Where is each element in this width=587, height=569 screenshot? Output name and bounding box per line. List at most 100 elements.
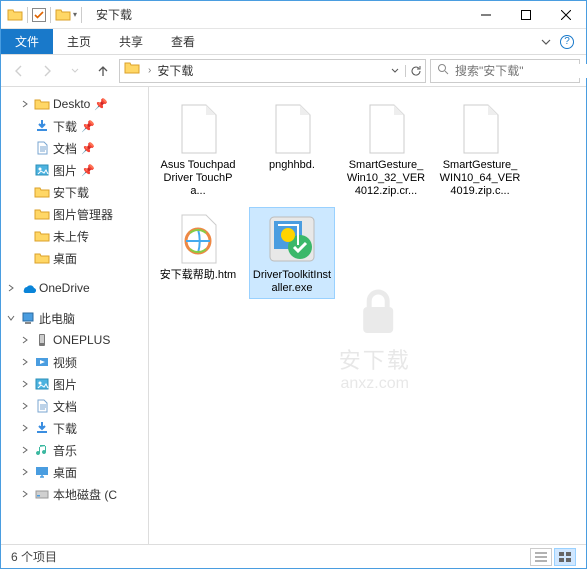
music-icon xyxy=(33,442,51,458)
sidebar-quick-4[interactable]: 安下载 xyxy=(1,181,148,203)
picture-icon xyxy=(33,162,51,178)
maximize-button[interactable] xyxy=(506,2,546,28)
file-icon xyxy=(170,101,226,157)
file-item-1[interactable]: pnghhbd. xyxy=(249,97,335,203)
expand-icon[interactable] xyxy=(19,358,31,366)
close-button[interactable] xyxy=(546,2,586,28)
file-icon xyxy=(264,211,320,267)
file-item-3[interactable]: SmartGesture_WIN10_64_VER4019.zip.c... xyxy=(437,97,523,203)
expand-icon[interactable] xyxy=(19,490,31,498)
view-icons-button[interactable] xyxy=(554,548,576,566)
nav-forward-button[interactable] xyxy=(35,59,59,83)
window-title: 安下载 xyxy=(96,6,132,23)
tree-label: 下载 xyxy=(53,118,77,135)
pin-icon: 📌 xyxy=(81,164,95,177)
sidebar-pc-1[interactable]: 视频 xyxy=(1,351,148,373)
sidebar-pc-2[interactable]: 图片 xyxy=(1,373,148,395)
expand-icon[interactable] xyxy=(19,424,31,432)
status-item-count: 6 个项目 xyxy=(11,548,57,565)
expand-icon[interactable] xyxy=(19,336,31,344)
sidebar-quick-5[interactable]: 图片管理器 xyxy=(1,203,148,225)
pin-icon: 📌 xyxy=(94,98,108,111)
tree-label: OneDrive xyxy=(39,281,90,295)
tree-label: 安下载 xyxy=(53,184,89,201)
view-details-button[interactable] xyxy=(530,548,552,566)
breadcrumb-separator-icon[interactable]: › xyxy=(144,65,155,76)
address-folder-icon xyxy=(120,60,144,81)
sidebar-quick-0[interactable]: Deskto📌 xyxy=(1,93,148,115)
desktop-icon xyxy=(33,464,51,480)
video-icon xyxy=(33,354,51,370)
tree-label: 未上传 xyxy=(53,228,89,245)
nav-history-dropdown[interactable] xyxy=(63,59,87,83)
expand-icon[interactable] xyxy=(5,314,17,322)
tree-label: 此电脑 xyxy=(39,310,75,327)
pc-icon xyxy=(19,310,37,326)
refresh-button[interactable] xyxy=(405,65,425,77)
ribbon: 文件 主页 共享 查看 ? xyxy=(1,29,586,55)
folder-icon xyxy=(33,250,51,266)
folder-icon xyxy=(33,96,51,112)
tab-view[interactable]: 查看 xyxy=(157,29,209,54)
phone-icon xyxy=(33,332,51,348)
sidebar-quick-1[interactable]: 下载📌 xyxy=(1,115,148,137)
file-icon xyxy=(452,101,508,157)
app-folder-icon xyxy=(7,7,23,23)
file-item-5[interactable]: DriverToolkitInstaller.exe xyxy=(249,207,335,299)
window-controls xyxy=(466,2,586,28)
file-item-2[interactable]: SmartGesture_Win10_32_VER4012.zip.cr... xyxy=(343,97,429,203)
sidebar-quick-3[interactable]: 图片📌 xyxy=(1,159,148,181)
sidebar-pc-0[interactable]: ONEPLUS xyxy=(1,329,148,351)
content: Deskto📌下载📌文档📌图片📌安下载图片管理器未上传桌面OneDrive此电脑… xyxy=(1,87,586,544)
ribbon-expand-icon[interactable]: ? xyxy=(528,29,586,54)
sidebar-quick-2[interactable]: 文档📌 xyxy=(1,137,148,159)
file-item-0[interactable]: Asus Touchpad Driver TouchPa... xyxy=(155,97,241,203)
qat-dropdown-icon[interactable]: ▾ xyxy=(73,10,77,19)
onedrive-icon xyxy=(19,280,37,296)
tab-file[interactable]: 文件 xyxy=(1,29,53,54)
expand-icon[interactable] xyxy=(19,446,31,454)
watermark: 安下载 anxz.com xyxy=(339,283,411,393)
sidebar-pc-4[interactable]: 下载 xyxy=(1,417,148,439)
folder-icon xyxy=(33,206,51,222)
file-name: pnghhbd. xyxy=(269,159,315,172)
sidebar-onedrive[interactable]: OneDrive xyxy=(1,277,148,299)
sidebar-pc-7[interactable]: 本地磁盘 (C xyxy=(1,483,148,505)
sidebar-pc-3[interactable]: 文档 xyxy=(1,395,148,417)
file-icon xyxy=(264,101,320,157)
breadcrumb[interactable]: 安下载 xyxy=(155,62,385,79)
tree-label: 图片 xyxy=(53,376,77,393)
minimize-button[interactable] xyxy=(466,2,506,28)
tab-home[interactable]: 主页 xyxy=(53,29,105,54)
expand-icon[interactable] xyxy=(19,380,31,388)
address-bar[interactable]: › 安下载 xyxy=(119,59,426,83)
search-box[interactable] xyxy=(430,59,580,83)
file-name: SmartGesture_Win10_32_VER4012.zip.cr... xyxy=(345,159,427,199)
tab-share[interactable]: 共享 xyxy=(105,29,157,54)
expand-icon[interactable] xyxy=(5,284,17,292)
qat-check-icon[interactable] xyxy=(32,8,46,22)
view-switcher xyxy=(530,548,576,566)
tree-label: 文档 xyxy=(53,140,77,157)
download-icon xyxy=(33,420,51,436)
document-icon xyxy=(33,398,51,414)
file-item-4[interactable]: 安下载帮助.htm xyxy=(155,207,241,299)
file-area[interactable]: 安下载 anxz.com Asus Touchpad Driver TouchP… xyxy=(149,87,586,544)
expand-icon[interactable] xyxy=(19,402,31,410)
tree-label: 视频 xyxy=(53,354,77,371)
tree-label: 下载 xyxy=(53,420,77,437)
expand-icon[interactable] xyxy=(19,100,31,108)
nav-back-button[interactable] xyxy=(7,59,31,83)
help-icon[interactable]: ? xyxy=(560,35,574,49)
sidebar-pc-6[interactable]: 桌面 xyxy=(1,461,148,483)
tree-label: 文档 xyxy=(53,398,77,415)
sidebar-pc-5[interactable]: 音乐 xyxy=(1,439,148,461)
expand-icon[interactable] xyxy=(19,468,31,476)
address-dropdown-icon[interactable] xyxy=(385,67,405,75)
sidebar-quick-7[interactable]: 桌面 xyxy=(1,247,148,269)
file-icon xyxy=(358,101,414,157)
sidebar-quick-6[interactable]: 未上传 xyxy=(1,225,148,247)
sidebar-thispc[interactable]: 此电脑 xyxy=(1,307,148,329)
nav-up-button[interactable] xyxy=(91,59,115,83)
search-input[interactable] xyxy=(455,64,587,78)
